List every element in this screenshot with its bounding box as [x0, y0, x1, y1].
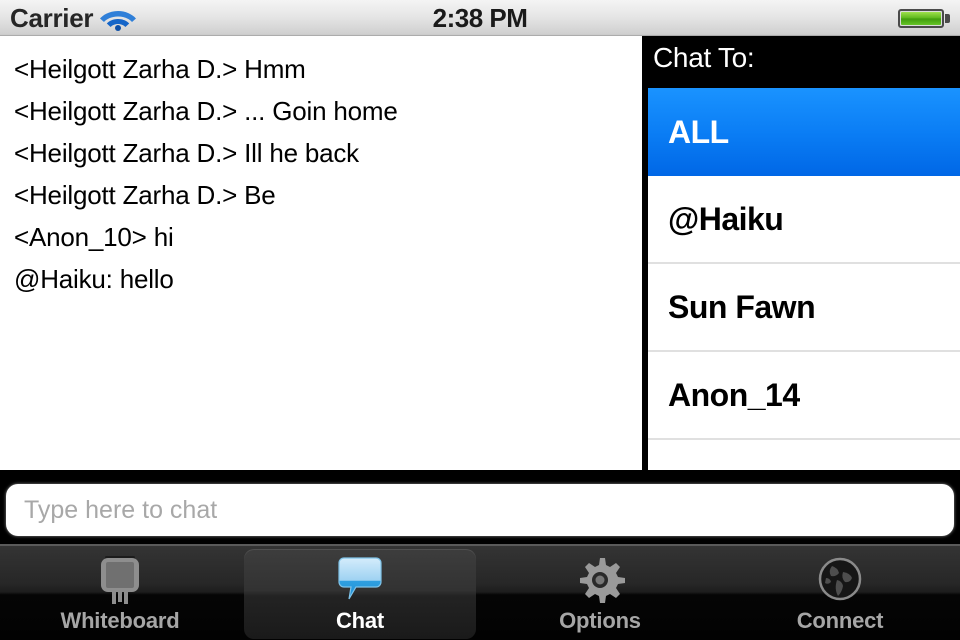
chat-message: <Anon_10> hi — [14, 222, 174, 252]
tab-connect[interactable]: Connect — [720, 546, 960, 640]
status-bar: Carrier 2:38 PM — [0, 0, 960, 36]
recipient-list[interactable]: ALL @Haiku Sun Fawn Anon_14 — [648, 88, 960, 470]
chat-to-label: Chat To: — [653, 42, 755, 73]
list-item[interactable]: Sun Fawn — [648, 264, 960, 352]
chat-transcript[interactable]: <Heilgott Zarha D.> Hmm <Heilgott Zarha … — [0, 36, 645, 470]
list-item[interactable]: ALL — [648, 88, 960, 176]
battery-icon — [898, 9, 944, 28]
chat-input[interactable] — [6, 484, 954, 536]
chat-message: <Heilgott Zarha D.> Be — [14, 180, 276, 210]
tab-label: Chat — [335, 608, 385, 633]
clock-label: 2:38 PM — [432, 3, 528, 33]
easel-icon — [92, 554, 148, 606]
chat-message: <Heilgott Zarha D.> Ill he back — [14, 138, 359, 168]
recipient-label: ALL — [668, 113, 729, 150]
tab-label: Whiteboard — [60, 608, 180, 633]
speech-bubble-icon — [332, 554, 388, 606]
chat-recipient-panel: Chat To: ALL @Haiku Sun Fawn Anon_14 — [648, 36, 960, 470]
recipient-label: Anon_14 — [668, 376, 800, 413]
chat-message: <Heilgott Zarha D.> Hmm — [14, 54, 306, 84]
recipient-label: @Haiku — [668, 200, 784, 237]
recipient-label: Sun Fawn — [668, 288, 816, 325]
tab-whiteboard[interactable]: Whiteboard — [0, 546, 240, 640]
list-item[interactable]: @Haiku — [648, 176, 960, 264]
chat-input-bar — [0, 470, 960, 544]
globe-icon — [812, 554, 868, 606]
tab-chat[interactable]: Chat — [240, 546, 480, 640]
list-item[interactable] — [648, 440, 960, 470]
chat-message: <Heilgott Zarha D.> ... Goin home — [14, 96, 398, 126]
battery-nub-icon — [945, 14, 950, 23]
app-window: Carrier 2:38 PM <Heilgott Zarha D.> Hmm … — [0, 0, 960, 640]
chat-message: @Haiku: hello — [14, 264, 174, 294]
tab-label: Connect — [796, 608, 884, 633]
gear-icon — [572, 554, 628, 606]
tab-bar: Whiteboard Chat Options Connect — [0, 544, 960, 640]
tab-options[interactable]: Options — [480, 546, 720, 640]
list-item[interactable]: Anon_14 — [648, 352, 960, 440]
tab-label: Options — [559, 608, 641, 633]
